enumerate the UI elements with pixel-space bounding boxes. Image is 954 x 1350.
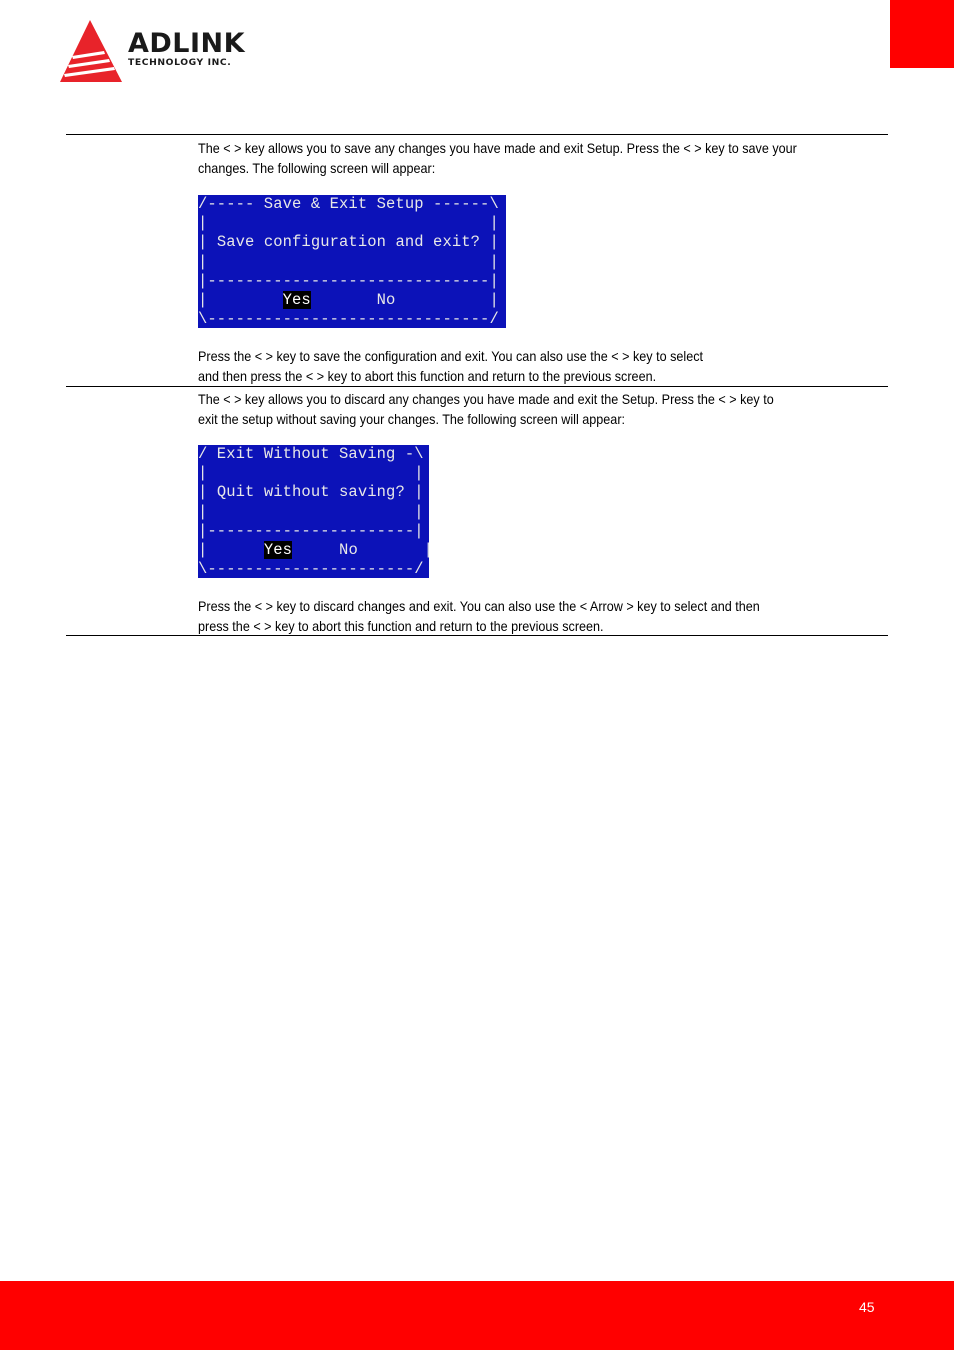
- exit-without-saving-dialog-screenshot: / Exit Without Saving -\ | | | Quit withou…: [198, 445, 429, 578]
- text-line: The < > key allows you to discard any ch…: [198, 391, 774, 407]
- text-line: The < > key allows you to save any chang…: [198, 140, 797, 156]
- dialog-bottom: \------------------------------/: [198, 310, 499, 328]
- dialog-prompt: Quit without saving?: [216, 483, 405, 502]
- adlink-logo: ADLINK TECHNOLOGY INC.: [58, 18, 268, 84]
- dialog-prompt-row: | Quit without saving? |: [198, 483, 429, 502]
- dialog-prompt: Save configuration and exit?: [216, 233, 481, 252]
- dialog-title: / Exit Without Saving -\: [198, 445, 424, 463]
- chapter-tab: [890, 0, 954, 68]
- dialog-border: | |: [198, 464, 424, 483]
- dialog-border: |: [357, 541, 429, 560]
- yes-option: Yes: [263, 541, 293, 560]
- discard-exit-intro: The < > key allows you to discard any ch…: [198, 389, 774, 429]
- text-line: exit the setup without saving your chang…: [198, 411, 626, 427]
- dialog-border: | |: [198, 214, 499, 233]
- dialog-border: |: [404, 483, 424, 502]
- dialog-separator: |----------------------|: [198, 521, 424, 540]
- text-line: changes. The following screen will appea…: [198, 160, 436, 176]
- dialog-prompt-row: | Save configuration and exit? |: [198, 233, 506, 252]
- dialog-options-row: | Yes No |: [198, 541, 429, 560]
- brand-name: ADLINK: [128, 28, 246, 59]
- yes-option: Yes: [282, 291, 311, 310]
- no-option: No: [376, 291, 396, 310]
- dialog-border: | |: [198, 502, 424, 521]
- table-rule-middle: [66, 386, 888, 387]
- dialog-border: |: [480, 233, 499, 252]
- dialog-border: |: [198, 233, 217, 252]
- brand-subtitle: TECHNOLOGY INC.: [128, 57, 232, 68]
- dialog-options-row: | Yes No |: [198, 291, 506, 310]
- dialog-border: |: [395, 291, 499, 310]
- dialog-separator: |------------------------------|: [198, 271, 499, 290]
- text-line: and then press the < > key to abort this…: [198, 368, 657, 384]
- table-rule-bottom: [66, 635, 888, 636]
- text-line: Press the < > key to discard changes and…: [198, 598, 760, 614]
- save-exit-note: Press the < > key to save the configurat…: [198, 346, 703, 386]
- text-line: Press the < > key to save the configurat…: [198, 348, 704, 364]
- no-option: No: [339, 541, 358, 560]
- dialog-title: /----- Save & Exit Setup ------\: [198, 195, 499, 213]
- adlink-triangle-icon: [60, 20, 122, 82]
- dialog-bottom: \----------------------/: [198, 560, 424, 578]
- table-rule-top: [66, 134, 888, 135]
- dialog-border: | |: [198, 252, 499, 271]
- dialog-border: |: [198, 291, 283, 310]
- page-number: 45: [859, 1299, 875, 1315]
- page-footer: 45: [0, 1281, 954, 1350]
- text-line: press the < > key to abort this function…: [198, 618, 604, 634]
- save-exit-intro: The < > key allows you to save any chang…: [198, 138, 797, 178]
- discard-exit-note: Press the < > key to discard changes and…: [198, 596, 760, 636]
- save-exit-dialog-screenshot: /----- Save & Exit Setup ------\ | | | Sav…: [198, 195, 506, 328]
- dialog-border: |: [198, 541, 264, 560]
- dialog-border: |: [198, 483, 217, 502]
